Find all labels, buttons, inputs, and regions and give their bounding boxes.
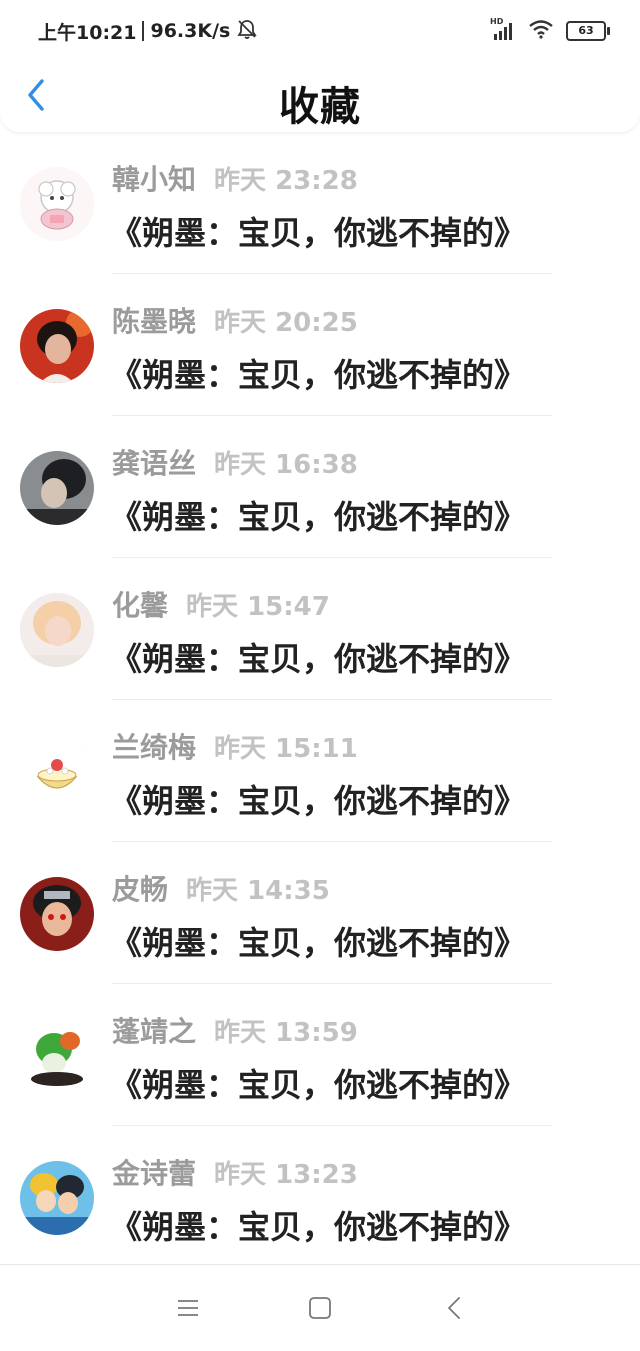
battery-icon: 63: [566, 21, 610, 41]
item-meta: 皮畅 昨天 14:35: [112, 868, 330, 908]
page-title: 收藏: [279, 84, 361, 130]
status-bar: 上午10:21 96.3K/s HD 63: [0, 0, 640, 62]
item-meta: 蓬靖之 昨天 13:59: [112, 1010, 358, 1050]
favorites-list: 韓小知 昨天 23:28 《朔墨：宝贝，你逃不掉的》 陈墨晓 昨天 20:25: [0, 132, 640, 1268]
item-meta: 化馨 昨天 15:47: [112, 584, 330, 624]
home-button[interactable]: [303, 1293, 337, 1327]
list-item[interactable]: 兰绮梅 昨天 15:11 《朔墨：宝贝，你逃不掉的》: [0, 700, 640, 842]
author-name: 龚语丝: [112, 447, 197, 480]
item-meta: 韓小知 昨天 23:28: [112, 158, 358, 198]
item-title: 《朔墨：宝贝，你逃不掉的》: [110, 1208, 527, 1246]
header: 收藏: [0, 62, 640, 132]
item-meta: 陈墨晓 昨天 20:25: [112, 300, 358, 340]
item-title: 《朔墨：宝贝，你逃不掉的》: [110, 924, 527, 962]
list-item[interactable]: 化馨 昨天 15:47 《朔墨：宝贝，你逃不掉的》: [0, 558, 640, 700]
avatar[interactable]: [20, 309, 94, 383]
item-title: 《朔墨：宝贝，你逃不掉的》: [110, 1066, 527, 1104]
item-title: 《朔墨：宝贝，你逃不掉的》: [110, 356, 527, 394]
item-title: 《朔墨：宝贝，你逃不掉的》: [110, 214, 527, 252]
item-time: 昨天 16:38: [214, 450, 358, 480]
list-item[interactable]: 蓬靖之 昨天 13:59 《朔墨：宝贝，你逃不掉的》: [0, 984, 640, 1126]
network-speed: 96.3K/s: [150, 20, 231, 42]
avatar[interactable]: [20, 451, 94, 525]
author-name: 蓬靖之: [112, 1015, 197, 1048]
item-title: 《朔墨：宝贝，你逃不掉的》: [110, 498, 527, 536]
status-separator: [142, 21, 145, 41]
item-time: 昨天 15:47: [186, 592, 330, 622]
list-item[interactable]: 金诗蕾 昨天 13:23 《朔墨：宝贝，你逃不掉的》: [0, 1126, 640, 1268]
author-name: 陈墨晓: [112, 305, 197, 338]
list-item[interactable]: 龚语丝 昨天 16:38 《朔墨：宝贝，你逃不掉的》: [0, 416, 640, 558]
avatar[interactable]: [20, 167, 94, 241]
avatar[interactable]: [20, 735, 94, 809]
signal-icon: HD: [490, 17, 516, 41]
list-item[interactable]: 陈墨晓 昨天 20:25 《朔墨：宝贝，你逃不掉的》: [0, 274, 640, 416]
avatar[interactable]: [20, 1019, 94, 1093]
menu-icon: [177, 1298, 199, 1322]
list-item[interactable]: 皮畅 昨天 14:35 《朔墨：宝贝，你逃不掉的》: [0, 842, 640, 984]
home-square-icon: [308, 1296, 332, 1324]
list-item[interactable]: 韓小知 昨天 23:28 《朔墨：宝贝，你逃不掉的》: [0, 132, 640, 274]
author-name: 韓小知: [112, 163, 197, 196]
back-triangle-icon: [446, 1296, 462, 1324]
author-name: 金诗蕾: [112, 1157, 197, 1190]
item-time: 昨天 13:59: [214, 1018, 358, 1048]
item-title: 《朔墨：宝贝，你逃不掉的》: [110, 640, 527, 678]
item-time: 昨天 13:23: [214, 1160, 358, 1190]
navigation-bar: [0, 1264, 640, 1351]
back-nav-button[interactable]: [437, 1293, 471, 1327]
item-meta: 兰绮梅 昨天 15:11: [112, 726, 358, 766]
avatar[interactable]: [20, 877, 94, 951]
author-name: 兰绮梅: [112, 731, 197, 764]
screen: 上午10:21 96.3K/s HD 63 收藏 韓小知 昨天 23:28 《朔…: [0, 0, 640, 1351]
status-time: 上午10:21: [38, 21, 137, 44]
status-right: HD 63: [490, 17, 610, 43]
item-meta: 龚语丝 昨天 16:38: [112, 442, 358, 482]
item-time: 昨天 23:28: [214, 166, 358, 196]
item-time: 昨天 15:11: [214, 734, 358, 764]
item-time: 昨天 14:35: [186, 876, 330, 906]
menu-button[interactable]: [171, 1293, 205, 1327]
item-meta: 金诗蕾 昨天 13:23: [112, 1152, 358, 1192]
avatar[interactable]: [20, 593, 94, 667]
avatar[interactable]: [20, 1161, 94, 1235]
item-time: 昨天 20:25: [214, 308, 358, 338]
mute-bell-icon: [236, 18, 258, 45]
author-name: 化馨: [112, 589, 169, 622]
wifi-icon: [528, 19, 554, 43]
author-name: 皮畅: [112, 873, 169, 906]
status-left: 上午10:21 96.3K/s: [38, 18, 258, 45]
item-title: 《朔墨：宝贝，你逃不掉的》: [110, 782, 527, 820]
